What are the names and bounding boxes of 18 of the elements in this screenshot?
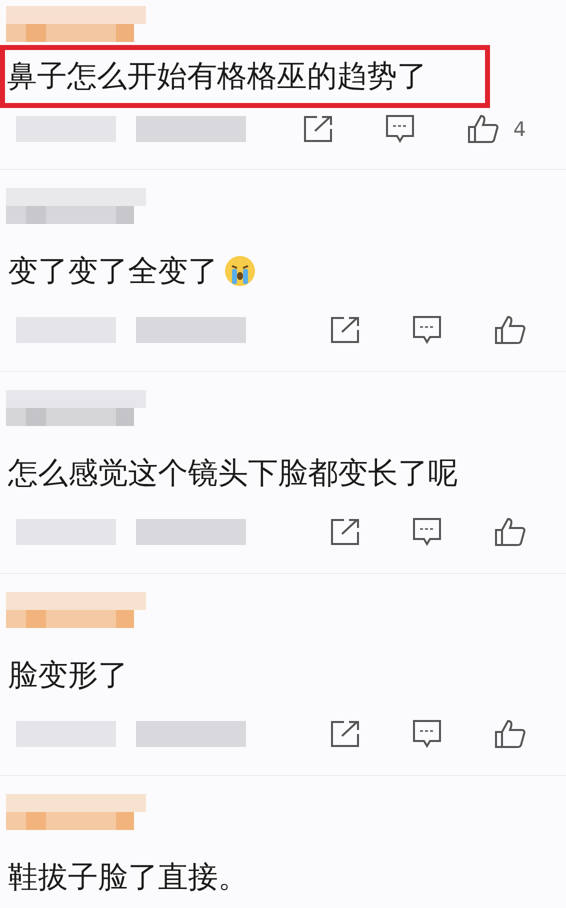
thumbs-up-icon[interactable]: [494, 315, 526, 345]
comment-text: 鞋拔子脸了直接。: [7, 858, 249, 896]
comment-icon[interactable]: [412, 315, 442, 345]
comment-text: 脸变形了: [7, 656, 129, 694]
comment-icon[interactable]: [412, 517, 442, 547]
comment-text: 变了变了全变了: [7, 252, 219, 290]
share-icon[interactable]: [330, 518, 360, 546]
like-count: 4: [513, 117, 526, 141]
comment-text: 鼻子怎么开始有格格巫的趋势了: [0, 44, 490, 108]
share-icon[interactable]: [330, 316, 360, 344]
share-icon[interactable]: [303, 115, 334, 143]
thumbs-up-icon[interactable]: [467, 114, 500, 144]
thumbs-up-icon[interactable]: [494, 517, 526, 547]
thumbs-up-icon[interactable]: [494, 719, 526, 749]
comment-icon[interactable]: [385, 114, 416, 144]
comment-text: 怎么感觉这个镜头下脸都变长了呢: [6, 454, 459, 492]
comment-icon[interactable]: [412, 719, 442, 749]
share-icon[interactable]: [330, 720, 360, 748]
